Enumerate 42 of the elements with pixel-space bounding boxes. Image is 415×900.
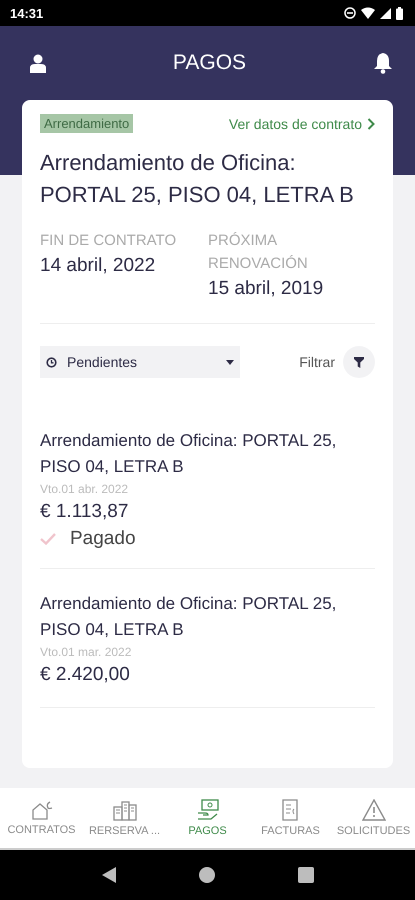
payment-amount: € 2.420,00 bbox=[40, 663, 131, 687]
payment-title: Arrendamiento de Oficina: PORTAL 25, PISO 04, LETRA B bbox=[40, 430, 338, 478]
document-icon bbox=[280, 799, 300, 821]
funnel-icon bbox=[354, 356, 364, 368]
date-value: 14 abril, 2022 bbox=[40, 254, 156, 278]
hand-cash-icon bbox=[196, 799, 218, 821]
payment-amount: € 1.113,87 bbox=[40, 500, 130, 524]
date-value: 15 abril, 2019 bbox=[208, 277, 324, 301]
nav-tab[interactable]: CONTRATOS bbox=[0, 788, 83, 848]
user-icon[interactable] bbox=[30, 54, 46, 72]
payment-title: Arrendamiento de Oficina: PORTAL 25, PISO 04, LETRA B bbox=[40, 593, 338, 641]
contract-type-tag: Arrendamiento bbox=[40, 114, 134, 133]
status-dropdown[interactable]: Pendientes bbox=[40, 346, 240, 378]
due-date: Vto.01 abr. 2022 bbox=[40, 481, 130, 498]
status-time: 14:31 bbox=[10, 6, 44, 20]
battery-icon bbox=[396, 6, 403, 20]
chevron-right-icon bbox=[367, 118, 375, 130]
contract-title: Arrendamiento de Oficina: PORTAL 25, PISO 04, LETRA B bbox=[40, 149, 355, 209]
filter-button[interactable] bbox=[343, 346, 375, 378]
date-label: FIN DE CONTRATO bbox=[40, 231, 178, 251]
home-icon[interactable] bbox=[198, 867, 214, 883]
date-label: PRÓXIMA RENOVACIÓN bbox=[208, 231, 309, 274]
payment-status: Pagado bbox=[70, 528, 136, 550]
caret-icon bbox=[226, 360, 234, 364]
nav-tab[interactable]: SOLICITUDES bbox=[332, 788, 415, 848]
back-icon[interactable] bbox=[102, 867, 116, 883]
signal-icon bbox=[380, 7, 391, 19]
nav-tab[interactable]: PAGOS bbox=[166, 788, 249, 848]
filter-label: Filtrar bbox=[299, 354, 335, 370]
due-date: Vto.01 mar. 2022 bbox=[40, 644, 132, 661]
bell-icon[interactable] bbox=[372, 52, 393, 74]
nav-tab[interactable]: FACTURAS bbox=[249, 788, 332, 848]
warning-icon bbox=[362, 799, 386, 821]
wifi-icon bbox=[361, 7, 375, 19]
nav-tab[interactable]: RERSERVA ... bbox=[83, 788, 166, 848]
clock-icon bbox=[46, 356, 57, 368]
page-title: PAGOS bbox=[172, 51, 246, 75]
recents-icon[interactable] bbox=[298, 867, 314, 883]
contract-details-link[interactable]: Ver datos de contrato bbox=[228, 116, 375, 132]
buildings-icon bbox=[112, 799, 138, 821]
house-icon bbox=[30, 800, 52, 820]
do-not-disturb-icon bbox=[344, 7, 356, 19]
